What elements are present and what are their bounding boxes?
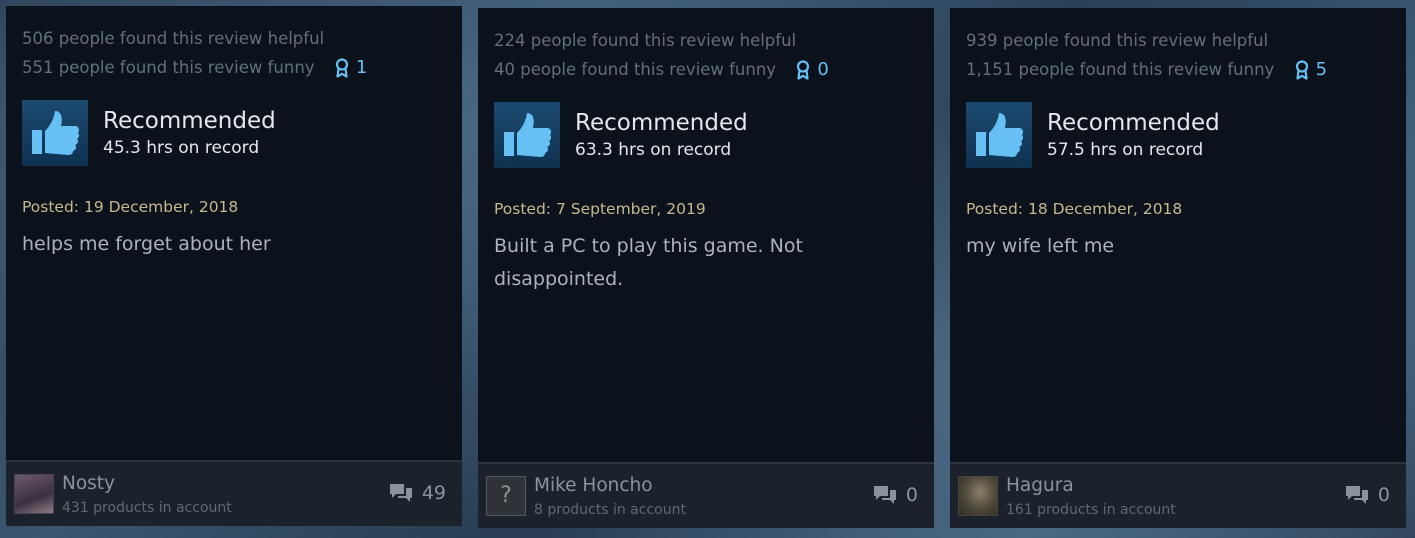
comment-count: 49 (421, 482, 446, 504)
author-name[interactable]: Nosty (62, 473, 115, 494)
thumbs-up-icon (966, 102, 1032, 168)
comments-button[interactable]: 49 (388, 482, 446, 504)
helpful-count: 506 people found this review helpful (22, 29, 325, 48)
review-body[interactable]: helps me forget about her (22, 228, 442, 261)
award-ribbon-icon (797, 59, 810, 80)
review-body[interactable]: Built a PC to play this game. Not disapp… (494, 230, 914, 296)
avatar[interactable] (958, 476, 998, 516)
comments-button[interactable]: 0 (1344, 484, 1390, 506)
comment-count: 0 (905, 484, 918, 506)
hours-on-record: 57.5 hrs on record (1047, 140, 1204, 160)
verdict-label: Recommended (575, 110, 748, 136)
products-in-account: 8 products in account (534, 502, 686, 518)
review-card-2: 224 people found this review helpful 40 … (478, 8, 934, 528)
review-verdict[interactable]: Recommended 45.3 hrs on record (22, 100, 276, 166)
speech-bubbles-icon (389, 484, 412, 502)
review-card-3: 939 people found this review helpful 1,1… (950, 8, 1406, 528)
review-stats: 224 people found this review helpful 40 … (494, 26, 829, 84)
comments-button[interactable]: 0 (872, 484, 918, 506)
products-in-account: 431 products in account (62, 500, 232, 516)
funny-count: 551 people found this review funny (22, 58, 315, 77)
award-button[interactable]: 0 (795, 55, 829, 84)
funny-count: 40 people found this review funny (494, 60, 777, 79)
award-count: 5 (1315, 59, 1328, 80)
author-name[interactable]: Mike Honcho (534, 475, 653, 496)
hours-on-record: 63.3 hrs on record (575, 140, 732, 160)
thumbs-up-icon (494, 102, 560, 168)
helpful-count: 939 people found this review helpful (966, 31, 1269, 50)
comment-count: 0 (1377, 484, 1390, 506)
speech-bubbles-icon (1345, 486, 1368, 504)
speech-bubbles-icon (873, 486, 896, 504)
verdict-label: Recommended (103, 108, 276, 134)
hours-on-record: 45.3 hrs on record (103, 138, 260, 158)
funny-count: 1,151 people found this review funny (966, 60, 1275, 79)
avatar[interactable] (14, 474, 54, 514)
award-button[interactable]: 5 (1294, 55, 1327, 84)
review-verdict[interactable]: Recommended 63.3 hrs on record (494, 102, 748, 168)
avatar[interactable]: ? (486, 476, 526, 516)
award-ribbon-icon (335, 57, 348, 78)
verdict-label: Recommended (1047, 110, 1220, 136)
award-button[interactable]: 1 (334, 53, 367, 82)
helpful-count: 224 people found this review helpful (494, 31, 797, 50)
award-ribbon-icon (1295, 59, 1308, 80)
review-stats: 506 people found this review helpful 551… (22, 24, 367, 82)
products-in-account: 161 products in account (1006, 502, 1176, 518)
thumbs-up-icon (22, 100, 88, 166)
review-body[interactable]: my wife left me (966, 230, 1386, 263)
author-name[interactable]: Hagura (1006, 475, 1074, 496)
review-author-footer: Nosty 431 products in account 49 (6, 460, 462, 526)
award-count: 0 (817, 59, 829, 80)
posted-date: Posted: 19 December, 2018 (22, 198, 239, 216)
review-card-1: 506 people found this review helpful 551… (6, 6, 462, 526)
posted-date: Posted: 7 September, 2019 (494, 200, 706, 218)
review-author-footer: ? Mike Honcho 8 products in account 0 (478, 462, 934, 528)
award-count: 1 (355, 57, 368, 78)
review-author-footer: Hagura 161 products in account 0 (950, 462, 1406, 528)
review-stats: 939 people found this review helpful 1,1… (966, 26, 1327, 84)
review-verdict[interactable]: Recommended 57.5 hrs on record (966, 102, 1220, 168)
posted-date: Posted: 18 December, 2018 (966, 200, 1183, 218)
